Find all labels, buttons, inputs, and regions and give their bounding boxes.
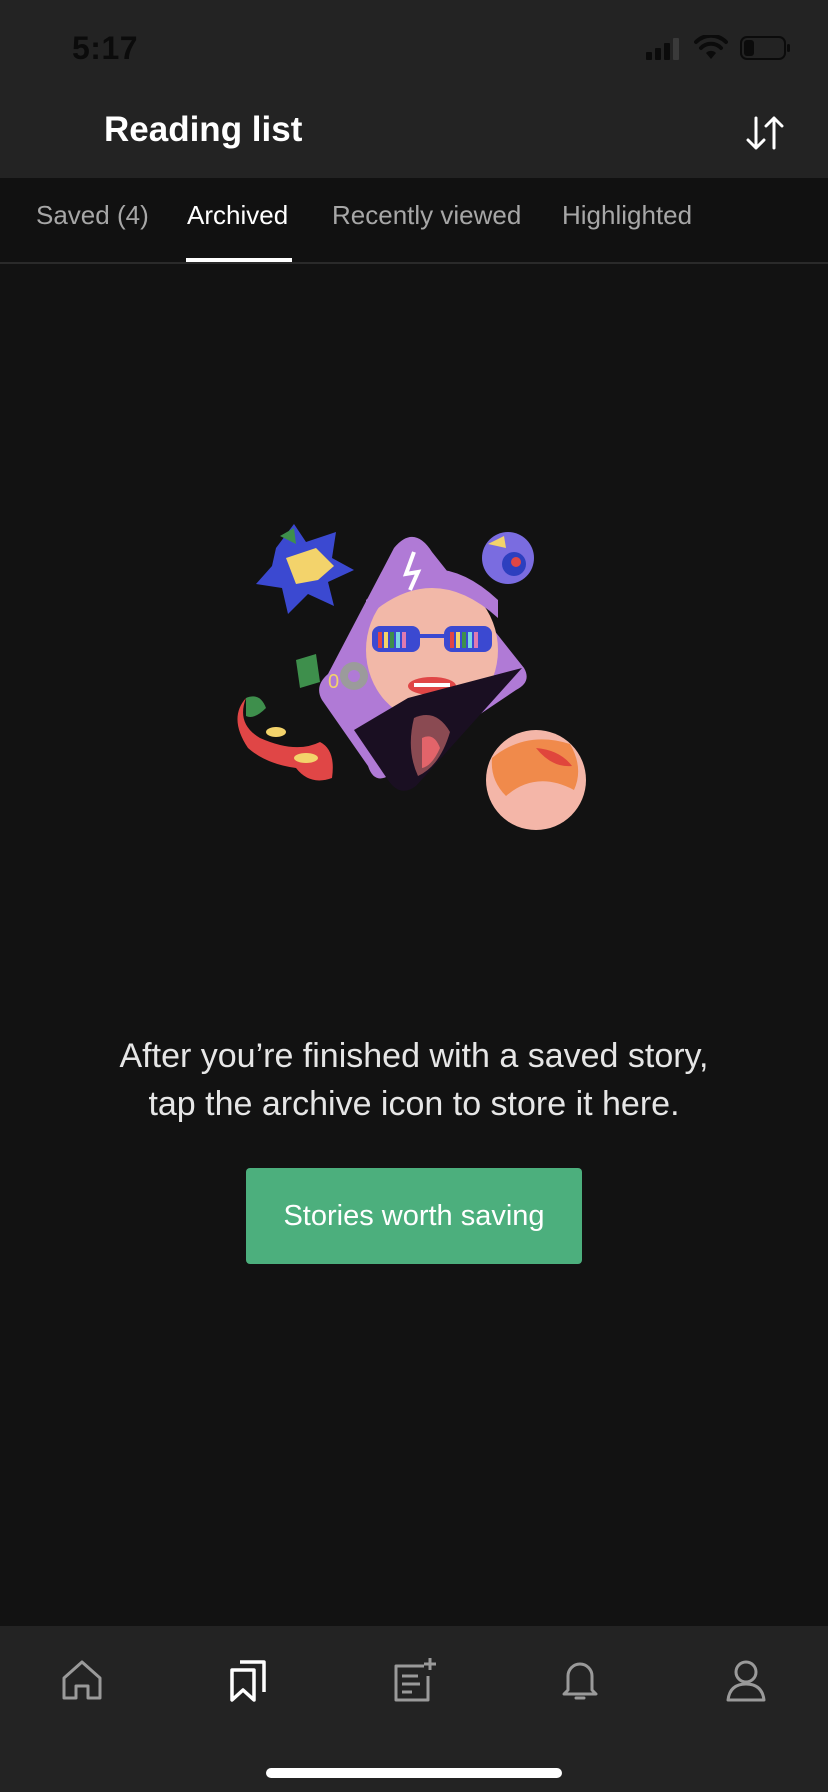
wifi-icon [694, 33, 728, 66]
nav-notifications[interactable] [548, 1648, 612, 1712]
tab-bar: Saved (4) Archived Recently viewed Highl… [0, 178, 828, 264]
home-indicator [266, 1768, 562, 1778]
nav-write[interactable] [382, 1648, 446, 1712]
tab-highlighted[interactable]: Highlighted [562, 200, 692, 231]
tab-archived[interactable]: Archived [187, 200, 288, 231]
status-time: 5:17 [72, 30, 139, 66]
app-header: Reading list [0, 96, 828, 178]
nav-reading-list[interactable] [216, 1648, 280, 1712]
status-bar: 5:17 [0, 0, 828, 96]
svg-text:0: 0 [328, 671, 339, 693]
sort-button[interactable] [742, 110, 788, 156]
home-icon [62, 1660, 102, 1700]
bottom-nav [0, 1626, 828, 1792]
empty-state-line-1: After you’re finished with a saved story… [119, 1037, 709, 1075]
nav-home[interactable] [50, 1648, 114, 1712]
active-tab-indicator [186, 258, 292, 262]
battery-icon [740, 35, 792, 66]
profile-icon [726, 1660, 766, 1702]
status-icons [646, 33, 792, 66]
signal-icon [646, 36, 682, 65]
nav-profile[interactable] [714, 1648, 778, 1712]
page-title: Reading list [104, 110, 303, 149]
main-content: 0 After you’re finished with a saved sto… [0, 266, 828, 1626]
empty-state-line-2: tap the archive icon to store it here. [148, 1085, 680, 1123]
bell-icon [562, 1662, 598, 1700]
tab-saved[interactable]: Saved (4) [36, 200, 149, 231]
empty-state-message: After you’re finished with a saved story… [40, 1032, 788, 1128]
tab-recently-viewed[interactable]: Recently viewed [332, 200, 521, 231]
sort-arrows-icon [746, 116, 784, 150]
bookmarks-icon [230, 1660, 266, 1702]
write-story-icon [394, 1658, 436, 1702]
collage-illustration: 0 [237, 524, 586, 830]
stories-worth-saving-button[interactable]: Stories worth saving [246, 1168, 582, 1264]
